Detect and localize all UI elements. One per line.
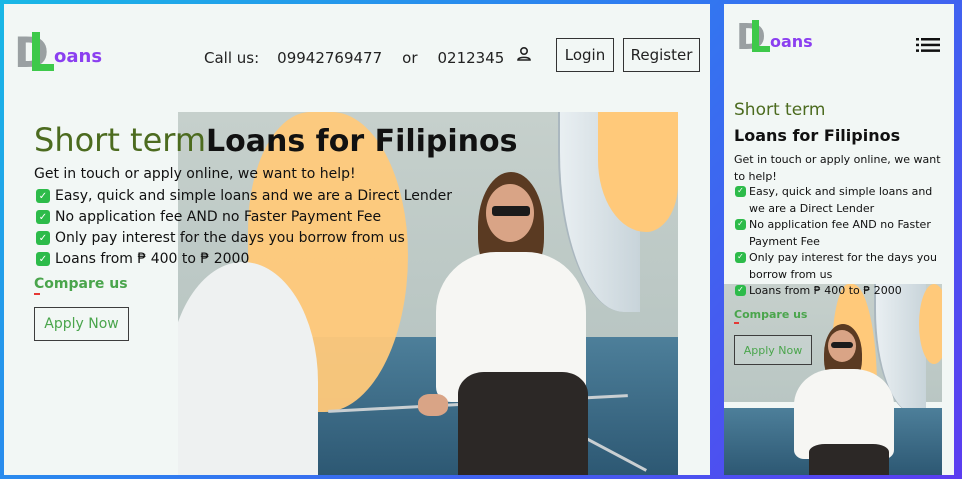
logo-letter: D: [736, 17, 766, 58]
hero-intro: Get in touch or apply online, we want to…: [734, 153, 941, 183]
benefits-list: ✓ Easy, quick and simple loans and we are…: [34, 186, 452, 270]
check-icon: ✓: [735, 219, 746, 230]
check-icon: ✓: [36, 210, 50, 224]
hero-title-light: Short term: [734, 100, 826, 120]
list-item: ✓ No application fee AND no Faster Paymen…: [734, 217, 950, 250]
logo-l-foot: [752, 46, 770, 52]
compare-us-link[interactable]: Compare us: [734, 308, 807, 321]
call-label: Call us:: [204, 49, 260, 67]
list-item: ✓ Easy, quick and simple loans and we are…: [734, 184, 950, 217]
hero-title-bold: Loans for Filipinos: [734, 126, 901, 145]
hero-title: Short termLoans for Filipinos: [34, 120, 518, 162]
check-icon: ✓: [735, 285, 746, 296]
list-item: ✓ Loans from ₱ 400 to ₱ 2000: [734, 283, 950, 300]
phone-secondary[interactable]: 0212345: [438, 49, 505, 67]
list-item: ✓ Loans from ₱ 400 to ₱ 2000: [34, 249, 452, 270]
benefits-list: ✓ Easy, quick and simple loans and we are…: [734, 184, 950, 300]
user-icon[interactable]: [516, 46, 532, 62]
logo-word: oans: [770, 32, 813, 51]
phone-primary[interactable]: 09942769477: [277, 49, 382, 67]
hero-intro: Get in touch or apply online, we want to…: [34, 166, 356, 182]
compare-underline: [34, 293, 40, 295]
brand-logo[interactable]: D oans: [14, 30, 114, 80]
login-button[interactable]: Login: [556, 38, 614, 72]
contact-bar: Call us: 09942769477 or 0212345: [204, 39, 504, 77]
apply-now-button[interactable]: Apply Now: [734, 335, 812, 365]
list-item: ✓ Only pay interest for the days you borr…: [34, 228, 452, 249]
check-icon: ✓: [36, 231, 50, 245]
check-icon: ✓: [735, 186, 746, 197]
check-icon: ✓: [36, 252, 50, 266]
check-icon: ✓: [735, 252, 746, 263]
brand-logo[interactable]: D oans: [736, 18, 836, 62]
list-item: ✓ Only pay interest for the days you borr…: [734, 250, 950, 283]
list-item: ✓ Easy, quick and simple loans and we are…: [34, 186, 452, 207]
check-icon: ✓: [36, 189, 50, 203]
hamburger-menu-icon[interactable]: [916, 37, 940, 53]
list-item: ✓ No application fee AND no Faster Paymen…: [34, 207, 452, 228]
apply-now-button[interactable]: Apply Now: [34, 307, 129, 341]
logo-l-foot: [32, 64, 54, 71]
or-label: or: [402, 49, 418, 67]
logo-word: oans: [54, 46, 103, 67]
hero-title-bold: Loans for Filipinos: [206, 124, 518, 159]
compare-us-link[interactable]: Compare us: [34, 276, 128, 292]
hero-title-light: Short term: [34, 121, 207, 159]
mobile-view: D oans Short term Loans for Filipinos Ge…: [724, 4, 954, 475]
desktop-view: D oans Call us: 09942769477 or 0212345 L…: [4, 4, 710, 475]
compare-underline: [734, 322, 739, 324]
register-button[interactable]: Register: [623, 38, 700, 72]
